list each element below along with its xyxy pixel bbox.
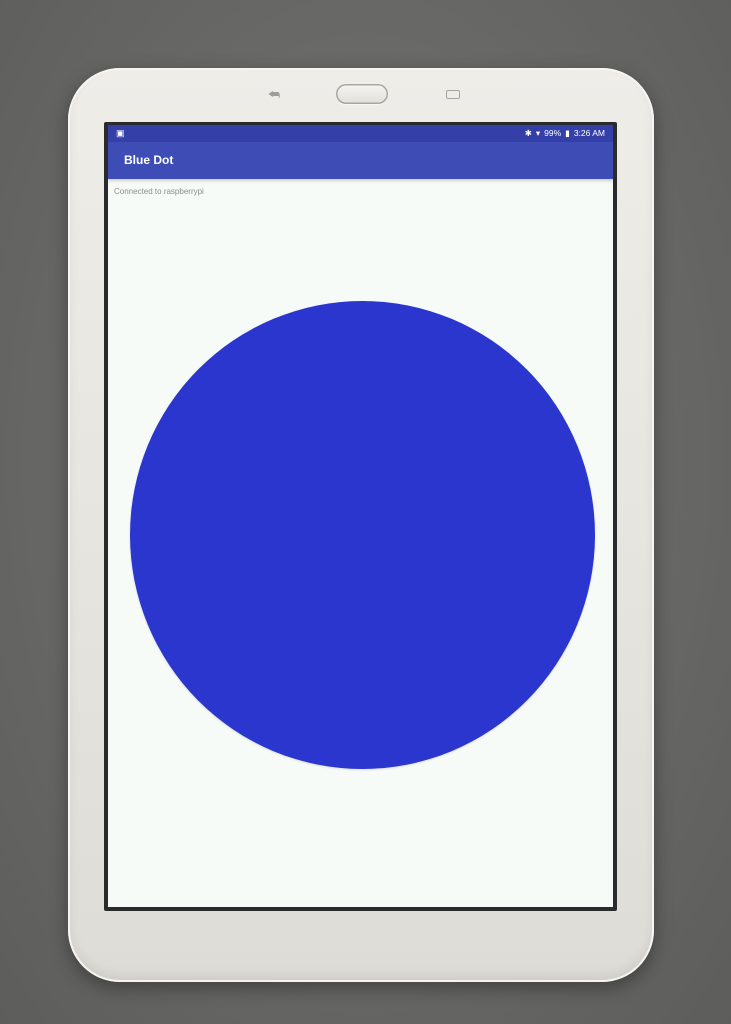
wifi-icon: ▾ bbox=[535, 128, 541, 138]
clock: 3:26 AM bbox=[573, 128, 605, 138]
home-button[interactable] bbox=[336, 84, 388, 104]
connection-status: Connected to raspberrypi bbox=[114, 187, 204, 196]
back-key-icon[interactable]: ⮪ bbox=[266, 88, 282, 101]
screen-bezel: ▣ ✱ ▾ 99% ▮ 3:26 AM Blue Dot Connected t… bbox=[104, 122, 617, 911]
lock-icon: ▣ bbox=[116, 128, 125, 138]
bluetooth-icon: ✱ bbox=[524, 128, 532, 138]
status-icons: ✱ ▾ 99% ▮ 3:26 AM bbox=[525, 125, 605, 142]
battery-percent: 99% bbox=[544, 128, 562, 138]
app-bar: Blue Dot bbox=[108, 142, 613, 179]
blue-dot-button[interactable] bbox=[130, 301, 595, 769]
app-title: Blue Dot bbox=[124, 153, 174, 167]
tablet-device: ⮪ ▣ ✱ ▾ 99% ▮ 3:26 AM Blue Dot Connected… bbox=[68, 68, 654, 982]
app-screen: ▣ ✱ ▾ 99% ▮ 3:26 AM Blue Dot Connected t… bbox=[108, 125, 613, 907]
battery-icon: ▮ bbox=[565, 128, 570, 138]
recents-key-icon[interactable] bbox=[446, 90, 460, 99]
status-bar: ▣ ✱ ▾ 99% ▮ 3:26 AM bbox=[108, 125, 613, 142]
